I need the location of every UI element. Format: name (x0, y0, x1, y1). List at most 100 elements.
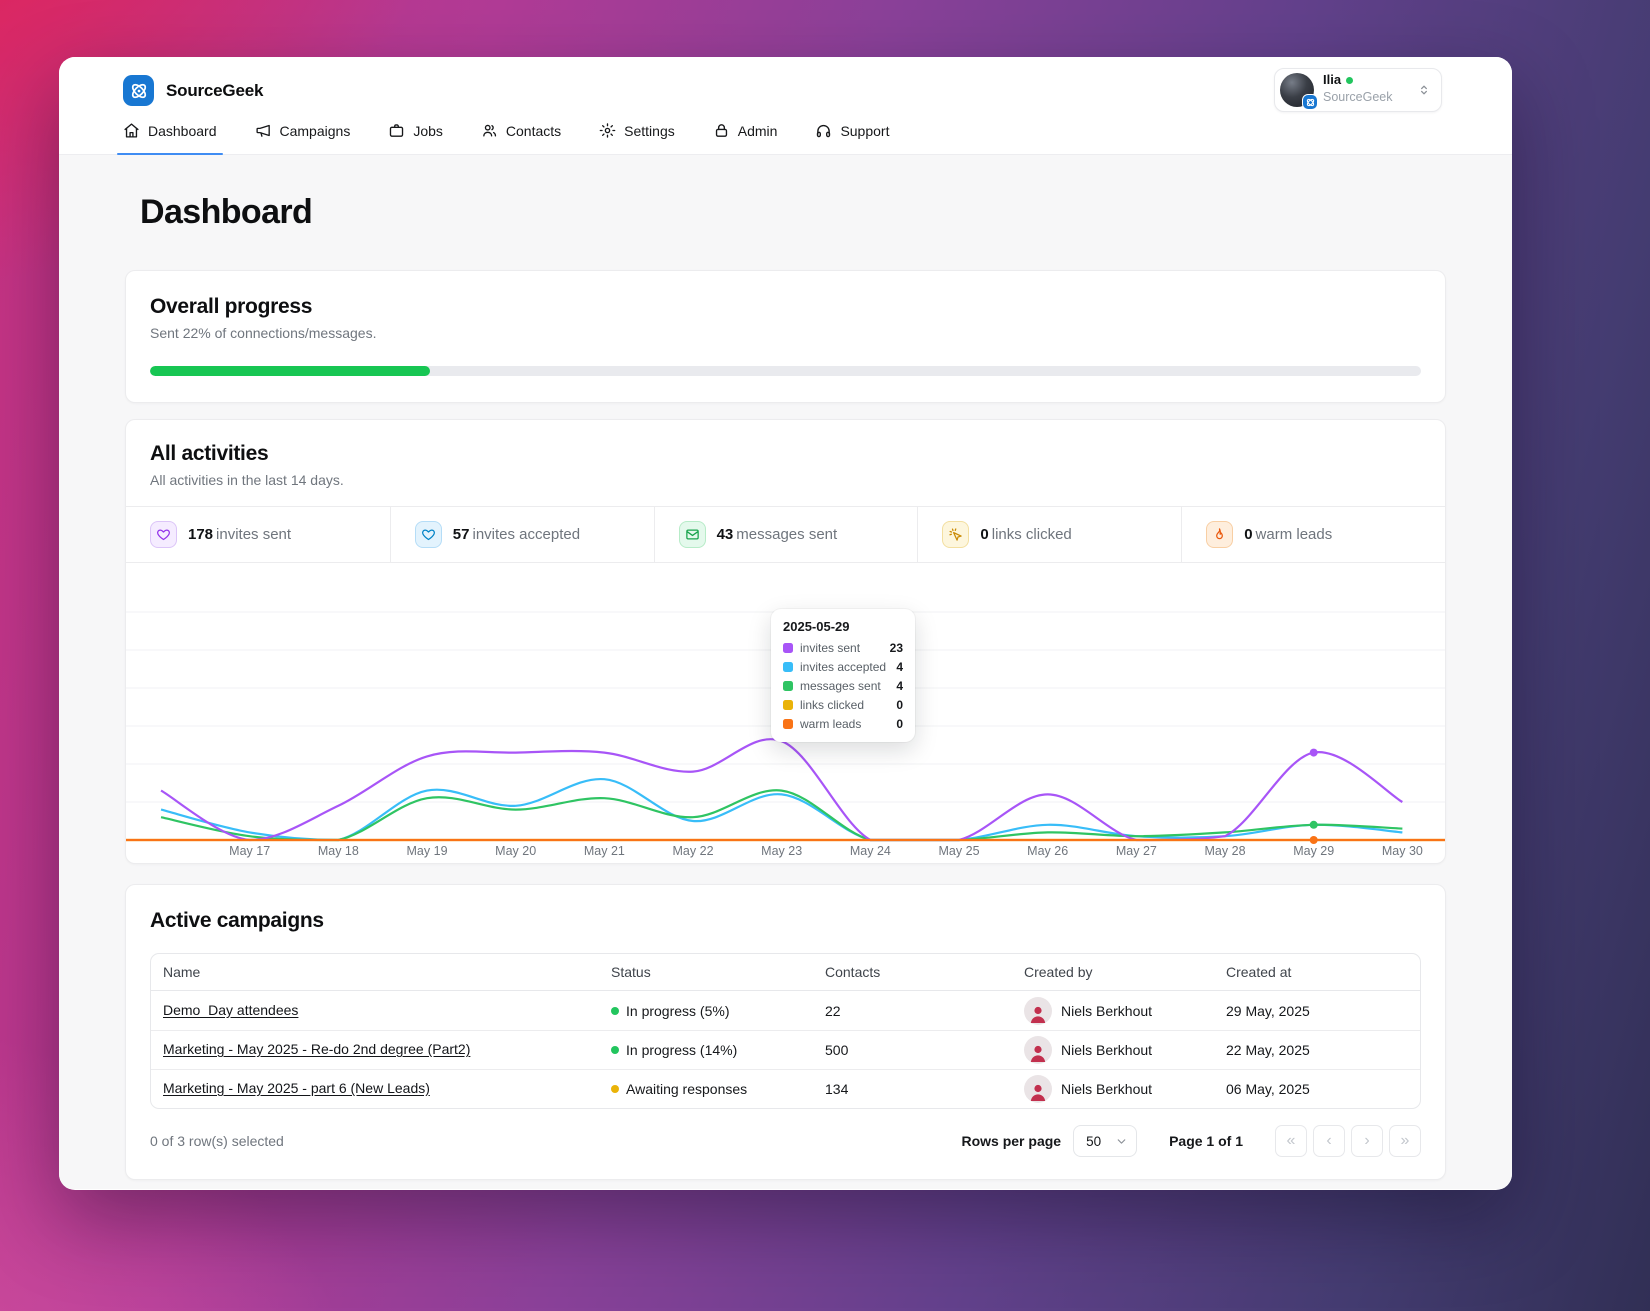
stat-label: 43 messages sent (716, 526, 838, 543)
nav-item-settings[interactable]: Settings (599, 122, 675, 154)
users-icon (481, 122, 498, 139)
desktop-background: { "app": { "name": "SourceGeek" }, "user… (0, 0, 1650, 1311)
nav-item-label: Admin (737, 122, 778, 139)
table-row[interactable]: Marketing - May 2025 - Re-do 2nd degree … (151, 1030, 1420, 1069)
svg-text:May 17: May 17 (229, 844, 270, 858)
rows-per-page-select[interactable]: 50 (1073, 1125, 1138, 1157)
created-by-cell: Niels Berkhout (1024, 1036, 1202, 1064)
series-value: 23 (889, 641, 903, 655)
chevrons-up-down-icon (1417, 83, 1431, 97)
campaign-name-link[interactable]: Demo_Day attendees (163, 1002, 298, 1018)
contacts-count: 22 (825, 1002, 841, 1019)
first-page-button[interactable]: « (1275, 1125, 1307, 1157)
campaigns-title: Active campaigns (150, 909, 324, 932)
activities-card: All activities All activities in the las… (125, 419, 1446, 864)
overall-progress-title: Overall progress (150, 295, 313, 318)
series-swatch (783, 643, 793, 653)
rows-per-page-label: Rows per page (961, 1133, 1062, 1149)
progress-fill (150, 366, 430, 376)
last-page-button[interactable]: » (1389, 1125, 1421, 1157)
user-menu-trigger[interactable]: Ilia SourceGeek (1274, 68, 1442, 112)
brand-name: SourceGeek (166, 80, 264, 100)
headphones-icon (815, 122, 832, 139)
svg-text:May 24: May 24 (850, 844, 891, 858)
campaign-name-link[interactable]: Marketing - May 2025 - part 6 (New Leads… (163, 1080, 430, 1096)
created-by-cell: Niels Berkhout (1024, 1075, 1202, 1103)
svg-text:May 19: May 19 (407, 844, 448, 858)
stat-label: 178 invites sent (188, 526, 292, 543)
tooltip-row: invites accepted 4 (783, 660, 903, 674)
app-window: SourceGeek Dashboard Campaigns Jobs Contact… (59, 57, 1512, 1190)
online-status-dot (1346, 77, 1354, 85)
nav-item-contacts[interactable]: Contacts (481, 122, 561, 154)
invite-heart-icon (414, 521, 442, 548)
nav-item-support[interactable]: Support (815, 122, 889, 154)
nav-item-label: Contacts (505, 122, 562, 139)
series-label: invites sent (800, 641, 861, 655)
series-value: 0 (896, 717, 903, 731)
stat-tile-messages-sent: 43 messages sent (653, 507, 918, 562)
series-label: warm leads (800, 717, 862, 731)
svg-text:May 25: May 25 (939, 844, 980, 858)
tooltip-date: 2025-05-29 (783, 619, 850, 634)
stat-tile-warm-leads: 0 warm leads (1181, 507, 1445, 562)
stat-value: 178 (188, 526, 214, 543)
brand[interactable]: SourceGeek (123, 75, 1448, 106)
pagination: «‹ ›» (1275, 1125, 1421, 1157)
status-cell: In progress (14%) (611, 1042, 801, 1058)
overall-progress-subtitle: Sent 22% of connections/messages. (150, 325, 377, 341)
stat-value: 57 (452, 526, 470, 543)
invite-heart-icon (150, 521, 177, 548)
created-by-cell: Niels Berkhout (1024, 996, 1202, 1025)
creator-avatar (1024, 1036, 1052, 1064)
created-at: 06 May, 2025 (1226, 1081, 1310, 1097)
briefcase-icon (388, 122, 405, 139)
header-cell-name: Name (163, 964, 201, 980)
nav-item-campaigns[interactable]: Campaigns (255, 122, 351, 154)
series-swatch (783, 700, 793, 710)
svg-text:May 26: May 26 (1027, 844, 1068, 858)
overall-progress-card: Overall progress Sent 22% of connections… (125, 270, 1446, 403)
activities-subtitle: All activities in the last 14 days. (150, 472, 344, 488)
status-text: Awaiting responses (626, 1081, 748, 1097)
series-value: 4 (896, 660, 903, 674)
created-at: 29 May, 2025 (1226, 1002, 1310, 1019)
contacts-count: 500 (825, 1042, 849, 1058)
svg-text:May 30: May 30 (1382, 844, 1423, 858)
table-row[interactable]: Marketing - May 2025 - part 6 (New Leads… (151, 1069, 1420, 1108)
mail-check-icon (678, 521, 706, 548)
stat-value: 0 (980, 526, 989, 543)
nav-item-label: Campaigns (279, 122, 351, 139)
page-indicator: Page 1 of 1 (1169, 1133, 1243, 1149)
nav-item-admin[interactable]: Admin (713, 122, 778, 154)
svg-text:May 29: May 29 (1293, 844, 1334, 858)
creator-avatar (1024, 1075, 1052, 1103)
nav-item-jobs[interactable]: Jobs (388, 122, 443, 154)
series-label: messages sent (800, 679, 881, 693)
status-text: In progress (14%) (626, 1042, 738, 1058)
stat-tile-links-clicked: 0 links clicked (917, 507, 1181, 562)
activities-title: All activities (150, 442, 269, 465)
status-dot (611, 1046, 619, 1054)
tooltip-row: warm leads 0 (783, 717, 903, 731)
table-row[interactable]: Demo_Day attendees In progress (5%) 22 Niel… (151, 991, 1420, 1030)
activity-chart[interactable]: May 17 May 18 May 19 May 20 May 21 May 22 May … (126, 563, 1445, 863)
stat-label: 57 invites accepted (452, 526, 581, 543)
stat-tile-invites-sent: 178 invites sent (126, 507, 390, 562)
home-icon (123, 122, 140, 139)
primary-nav: Dashboard Campaigns Jobs Contacts Settings Ad… (117, 122, 1448, 155)
nav-item-label: Dashboard (148, 122, 217, 139)
series-swatch (783, 662, 793, 672)
svg-text:May 20: May 20 (495, 844, 536, 858)
status-text: In progress (5%) (626, 1002, 730, 1019)
next-page-button[interactable]: › (1351, 1125, 1383, 1157)
nav-item-dashboard[interactable]: Dashboard (117, 122, 222, 155)
tooltip-row: links clicked 0 (783, 698, 903, 712)
sourcegeek-logo-icon (123, 75, 154, 106)
stat-value: 43 (716, 526, 734, 543)
user-name: Ilia (1323, 72, 1342, 88)
prev-page-button[interactable]: ‹ (1313, 1125, 1345, 1157)
campaign-name-link[interactable]: Marketing - May 2025 - Re-do 2nd degree … (163, 1041, 470, 1057)
series-label: links clicked (800, 698, 865, 712)
campaigns-table: Name Status Contacts Created by Created at D… (150, 953, 1421, 1109)
